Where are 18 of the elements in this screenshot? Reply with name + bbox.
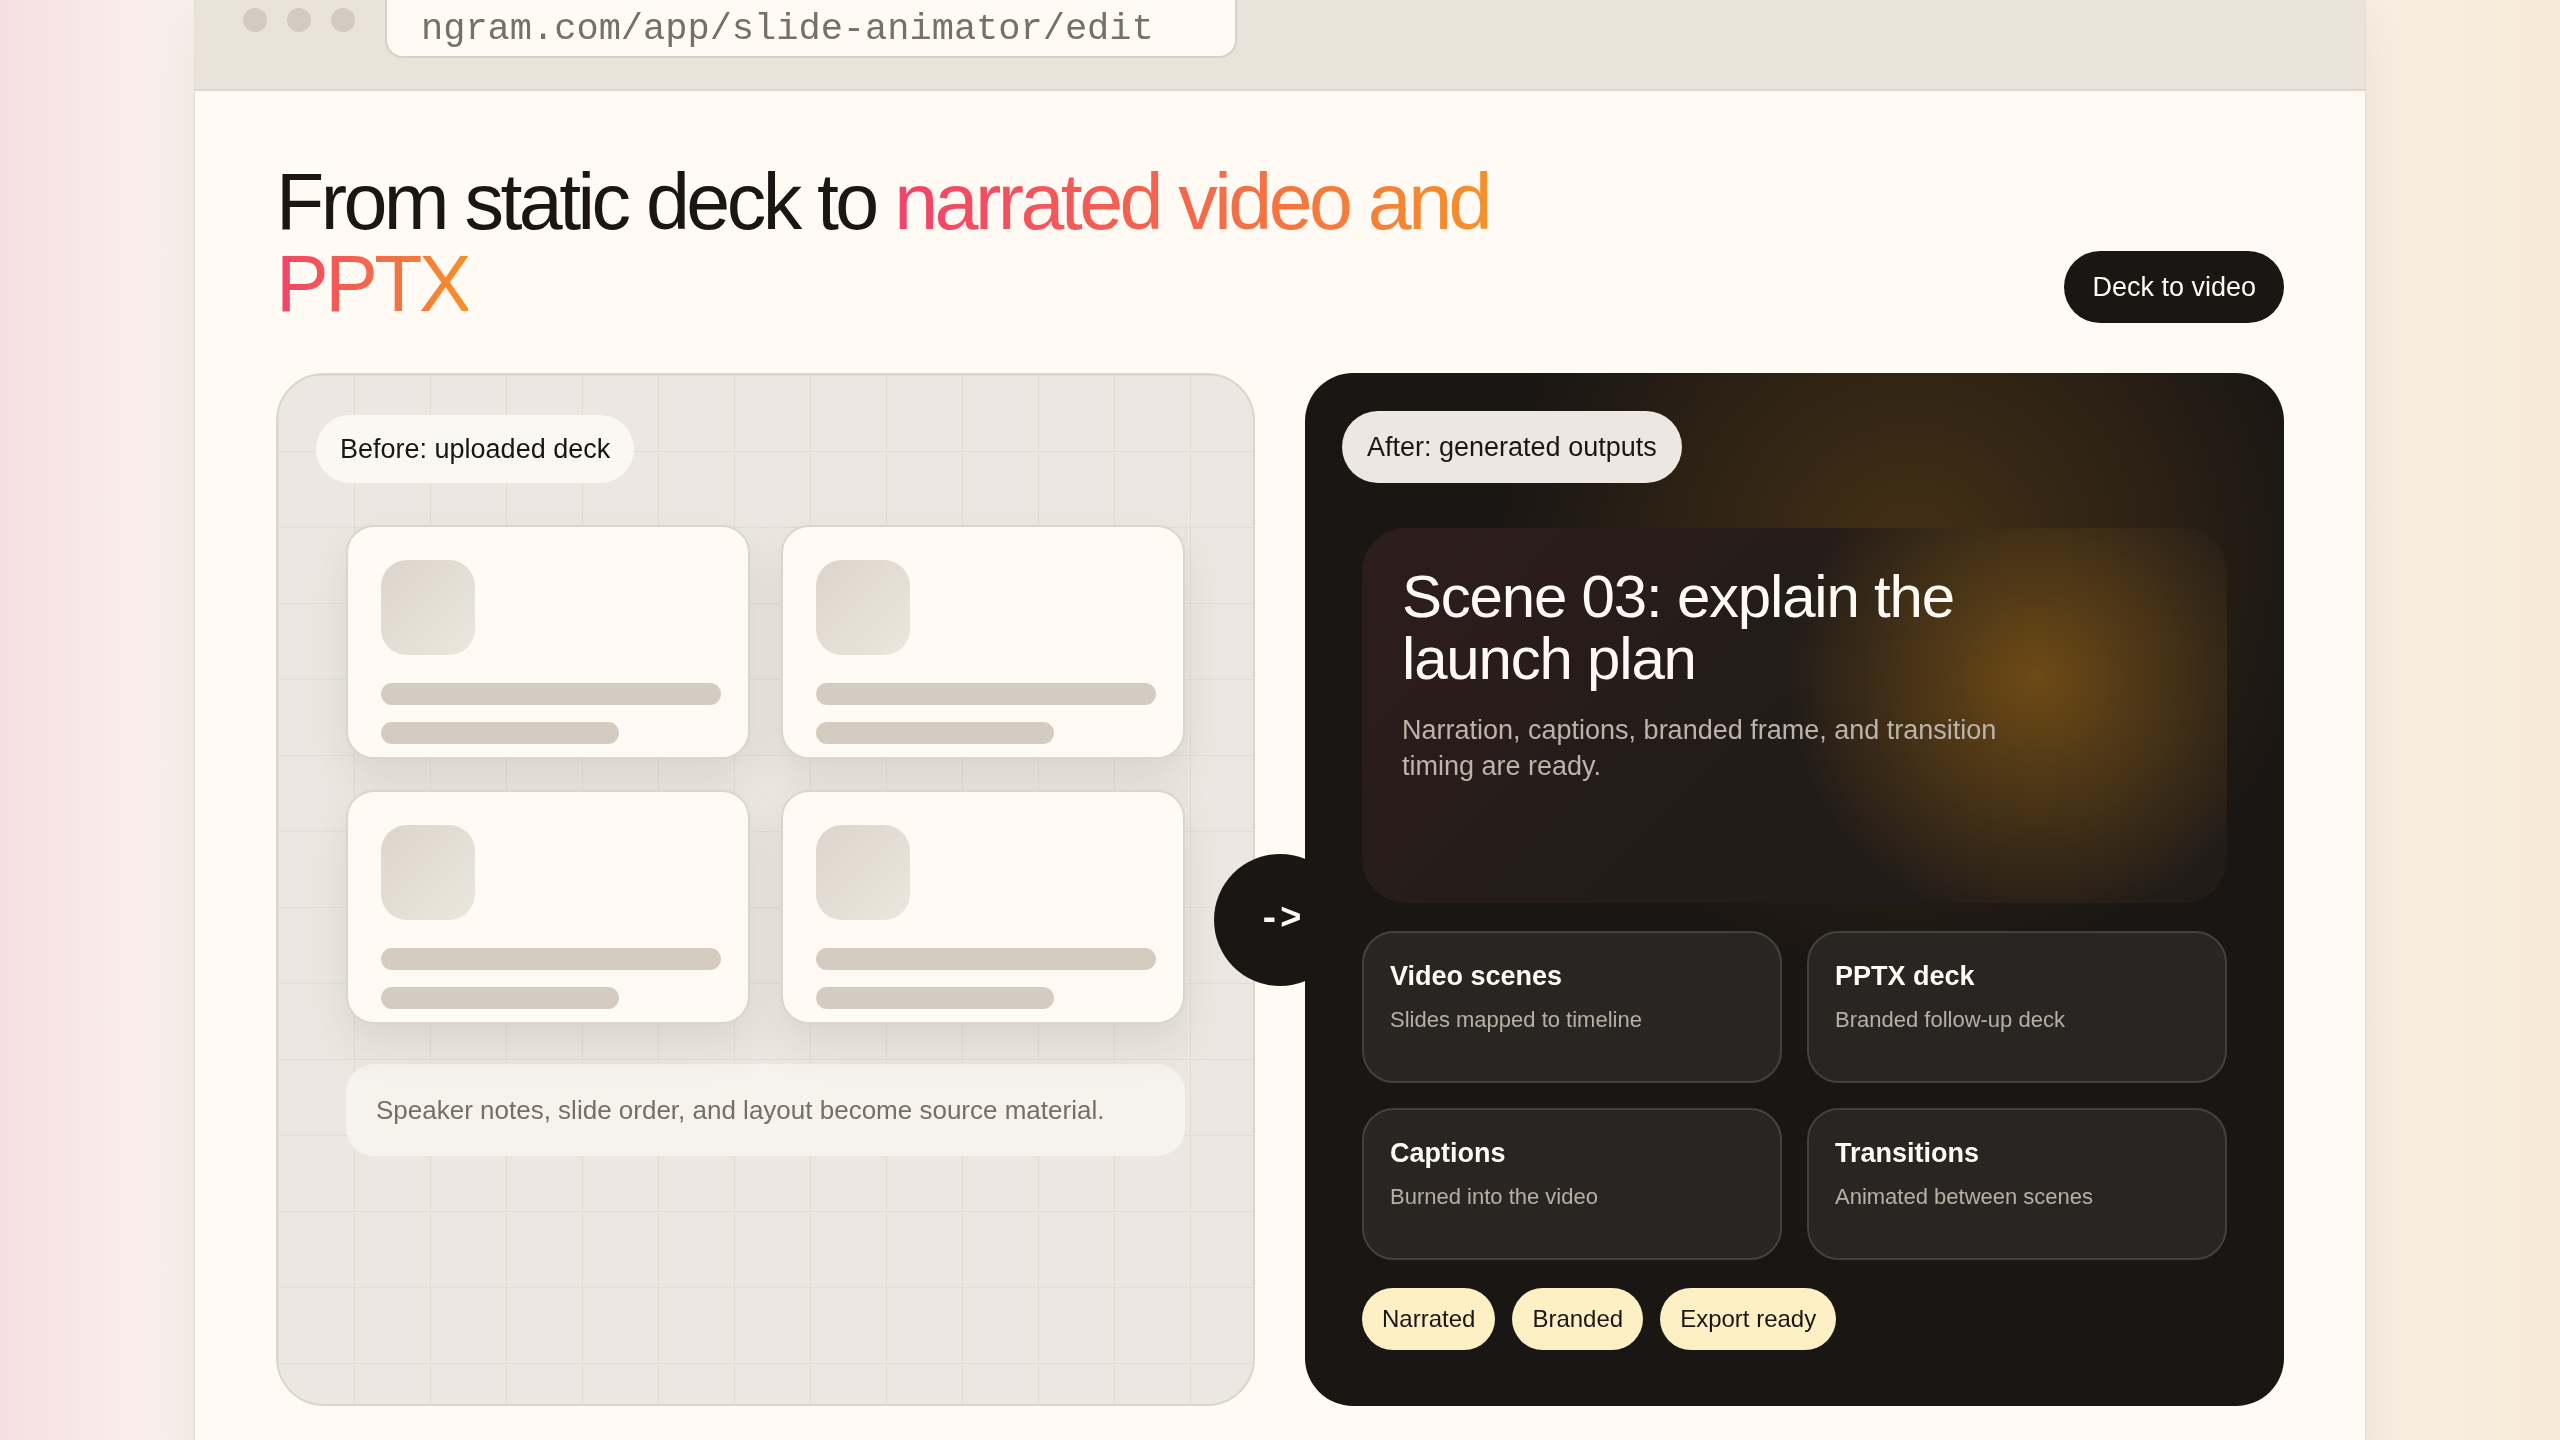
tag-chip: Branded — [1512, 1288, 1644, 1350]
output-subtitle: Animated between scenes — [1835, 1184, 2094, 1210]
scene-title: Scene 03: explain the launch plan — [1402, 566, 1955, 690]
output-subtitle: Branded follow-up deck — [1835, 1007, 2065, 1033]
after-label: After: generated outputs — [1342, 411, 1682, 483]
output-subtitle: Slides mapped to timeline — [1390, 1007, 1642, 1033]
source-note: Speaker notes, slide order, and layout become source material. — [346, 1064, 1185, 1156]
output-subtitle: Burned into the video — [1390, 1184, 1598, 1210]
output-title: Video scenes — [1390, 961, 1563, 991]
output-title: PPTX deck — [1835, 961, 1975, 991]
scene-description: Narration, captions, branded frame, and transition timing are ready. — [1402, 714, 1998, 783]
tag-chip: Export ready — [1660, 1288, 1837, 1350]
output-title: Captions — [1390, 1138, 1506, 1168]
deck-to-video-button[interactable]: Deck to video — [2064, 251, 2284, 323]
tag-chip: Narrated — [1362, 1288, 1496, 1350]
output-title: Transitions — [1835, 1138, 1980, 1168]
url-field[interactable]: ngram.com/app/slide-animator/edit — [385, 0, 1237, 58]
before-label: Before: uploaded deck — [316, 415, 635, 483]
